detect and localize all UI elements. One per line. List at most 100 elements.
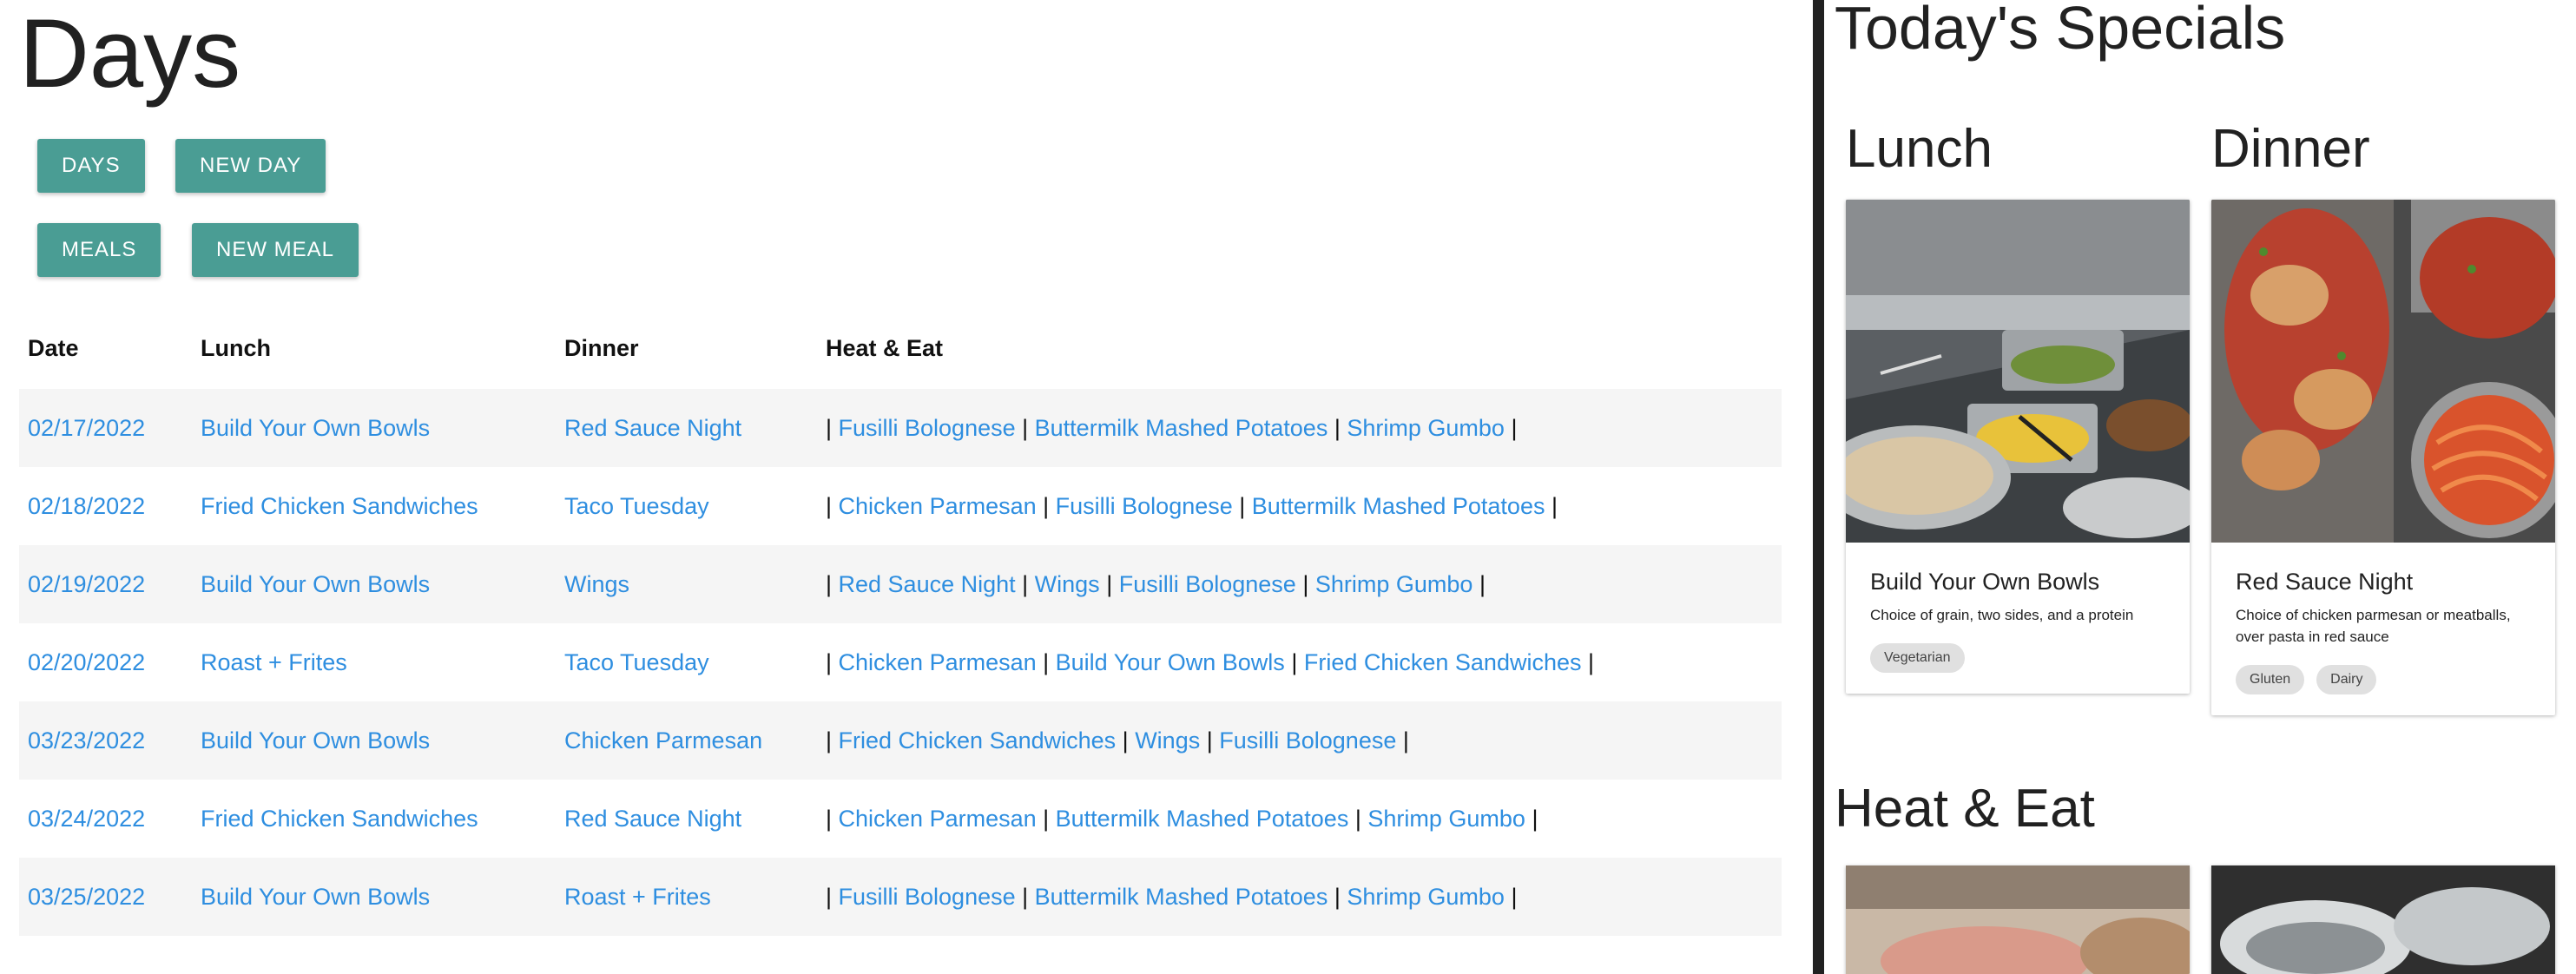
separator: | [1200, 727, 1220, 754]
heat-eat-link[interactable]: Buttermilk Mashed Potatoes [1056, 806, 1349, 832]
dinner-special-photo [2211, 200, 2555, 543]
heat-eat-card[interactable] [2211, 865, 2555, 974]
heat-eat-link[interactable]: Shrimp Gumbo [1347, 884, 1505, 910]
separator: | [1036, 493, 1056, 519]
separator: | [826, 649, 839, 675]
tag-chip: Gluten [2236, 665, 2305, 694]
dinner-special-description: Choice of chicken parmesan or meatballs,… [2236, 607, 2511, 645]
separator: | [1504, 415, 1518, 441]
heat-eat-heading: Heat & Eat [1835, 779, 2095, 839]
tag-chip: Vegetarian [1870, 643, 1965, 673]
separator: | [1545, 493, 1558, 519]
heat-eat-photo [1846, 865, 2190, 974]
date-column-header: Date [28, 335, 79, 361]
lunch-link[interactable]: Build Your Own Bowls [201, 415, 430, 441]
heat-eat-link[interactable]: Wings [1035, 571, 1100, 597]
heat-eat-link[interactable]: Buttermilk Mashed Potatoes [1035, 415, 1328, 441]
date-link[interactable]: 03/23/2022 [28, 727, 145, 754]
heat-eat-link[interactable]: Buttermilk Mashed Potatoes [1035, 884, 1328, 910]
heat-eat-link[interactable]: Fried Chicken Sandwiches [839, 727, 1117, 754]
separator: | [1015, 415, 1035, 441]
heat-eat-column-header: Heat & Eat [826, 335, 944, 361]
heat-eat-link[interactable]: Fusilli Bolognese [1056, 493, 1233, 519]
separator: | [1015, 571, 1035, 597]
heat-eat-link[interactable]: Fusilli Bolognese [839, 415, 1016, 441]
days-table: Date Lunch Dinner Heat & Eat 02/17/2022 B… [19, 311, 1782, 936]
separator: | [826, 884, 839, 910]
date-link[interactable]: 02/20/2022 [28, 649, 145, 675]
lunch-special-photo [1846, 200, 2190, 543]
heat-eat-link[interactable]: Fusilli Bolognese [1219, 727, 1396, 754]
table-row: 03/23/2022 Build Your Own Bowls Chicken Pa… [19, 701, 1782, 780]
separator: | [1348, 806, 1368, 832]
days-button[interactable]: DAYS [37, 139, 145, 193]
lunch-link[interactable]: Build Your Own Bowls [201, 727, 430, 754]
new-day-button[interactable]: NEW DAY [175, 139, 326, 193]
separator: | [1015, 884, 1035, 910]
separator: | [1036, 649, 1056, 675]
date-link[interactable]: 02/19/2022 [28, 571, 145, 597]
table-row: 02/18/2022 Fried Chicken Sandwiches Taco T… [19, 467, 1782, 545]
lunch-link[interactable]: Roast + Frites [201, 649, 347, 675]
separator: | [826, 571, 839, 597]
heat-eat-cell: | Fusilli Bolognese | Buttermilk Mashed … [826, 389, 1517, 467]
heat-eat-link[interactable]: Shrimp Gumbo [1367, 806, 1525, 832]
dinner-link[interactable]: Taco Tuesday [564, 649, 709, 675]
lunch-link[interactable]: Fried Chicken Sandwiches [201, 493, 478, 519]
heat-eat-cell: | Chicken Parmesan | Fusilli Bolognese |… [826, 467, 1558, 545]
heat-eat-cell: | Chicken Parmesan | Buttermilk Mashed P… [826, 780, 1538, 858]
dinner-link[interactable]: Taco Tuesday [564, 493, 709, 519]
dinner-special-tags: Gluten Dairy [2236, 665, 2531, 694]
lunch-column-header: Lunch [201, 335, 271, 361]
meals-button[interactable]: MEALS [37, 223, 161, 277]
separator: | [1525, 806, 1538, 832]
lunch-link[interactable]: Build Your Own Bowls [201, 884, 430, 910]
table-header: Date Lunch Dinner Heat & Eat [19, 311, 1782, 389]
date-link[interactable]: 02/17/2022 [28, 415, 145, 441]
separator: | [826, 727, 839, 754]
heat-eat-link[interactable]: Wings [1135, 727, 1200, 754]
heat-eat-link[interactable]: Fusilli Bolognese [839, 884, 1016, 910]
date-link[interactable]: 02/18/2022 [28, 493, 145, 519]
lunch-special-card[interactable]: Build Your Own Bowls Choice of grain, tw… [1846, 200, 2190, 694]
heat-eat-link[interactable]: Fusilli Bolognese [1119, 571, 1296, 597]
heat-eat-cell: | Red Sauce Night | Wings | Fusilli Bolo… [826, 545, 1486, 623]
heat-eat-photo [2211, 865, 2555, 974]
table-body: 02/17/2022 Build Your Own Bowls Red Sauce … [19, 389, 1782, 936]
heat-eat-cell: | Fried Chicken Sandwiches | Wings | Fus… [826, 701, 1409, 780]
dinner-link[interactable]: Wings [564, 571, 629, 597]
heat-eat-cell: | Fusilli Bolognese | Buttermilk Mashed … [826, 858, 1517, 936]
dinner-special-card[interactable]: Red Sauce Night Choice of chicken parmes… [2211, 200, 2555, 715]
separator: | [1396, 727, 1409, 754]
heat-eat-card[interactable] [1846, 865, 2190, 974]
dinner-link[interactable]: Chicken Parmesan [564, 727, 762, 754]
heat-eat-link[interactable]: Chicken Parmesan [839, 806, 1037, 832]
date-link[interactable]: 03/24/2022 [28, 806, 145, 832]
date-link[interactable]: 03/25/2022 [28, 884, 145, 910]
lunch-link[interactable]: Build Your Own Bowls [201, 571, 430, 597]
lunch-link[interactable]: Fried Chicken Sandwiches [201, 806, 478, 832]
heat-eat-link[interactable]: Build Your Own Bowls [1056, 649, 1285, 675]
specials-panel: Today's Specials Lunch Dinner Build Your… [1824, 0, 2576, 974]
panel-divider [1813, 0, 1824, 974]
dinner-heading: Dinner [2211, 119, 2370, 179]
heat-eat-link[interactable]: Shrimp Gumbo [1347, 415, 1505, 441]
heat-eat-link[interactable]: Red Sauce Night [839, 571, 1016, 597]
page-title: Days [19, 0, 241, 108]
dinner-column-header: Dinner [564, 335, 639, 361]
dinner-link[interactable]: Red Sauce Night [564, 806, 741, 832]
dinner-link[interactable]: Roast + Frites [564, 884, 711, 910]
dinner-link[interactable]: Red Sauce Night [564, 415, 741, 441]
separator: | [826, 806, 839, 832]
separator: | [1284, 649, 1304, 675]
separator: | [1504, 884, 1518, 910]
heat-eat-link[interactable]: Buttermilk Mashed Potatoes [1252, 493, 1545, 519]
separator: | [1472, 571, 1486, 597]
heat-eat-link[interactable]: Chicken Parmesan [839, 493, 1037, 519]
lunch-special-name: Build Your Own Bowls [1870, 569, 2100, 595]
heat-eat-link[interactable]: Fried Chicken Sandwiches [1304, 649, 1582, 675]
heat-eat-link[interactable]: Chicken Parmesan [839, 649, 1037, 675]
new-meal-button[interactable]: NEW MEAL [192, 223, 359, 277]
heat-eat-cell: | Chicken Parmesan | Build Your Own Bowl… [826, 623, 1594, 701]
heat-eat-link[interactable]: Shrimp Gumbo [1315, 571, 1473, 597]
